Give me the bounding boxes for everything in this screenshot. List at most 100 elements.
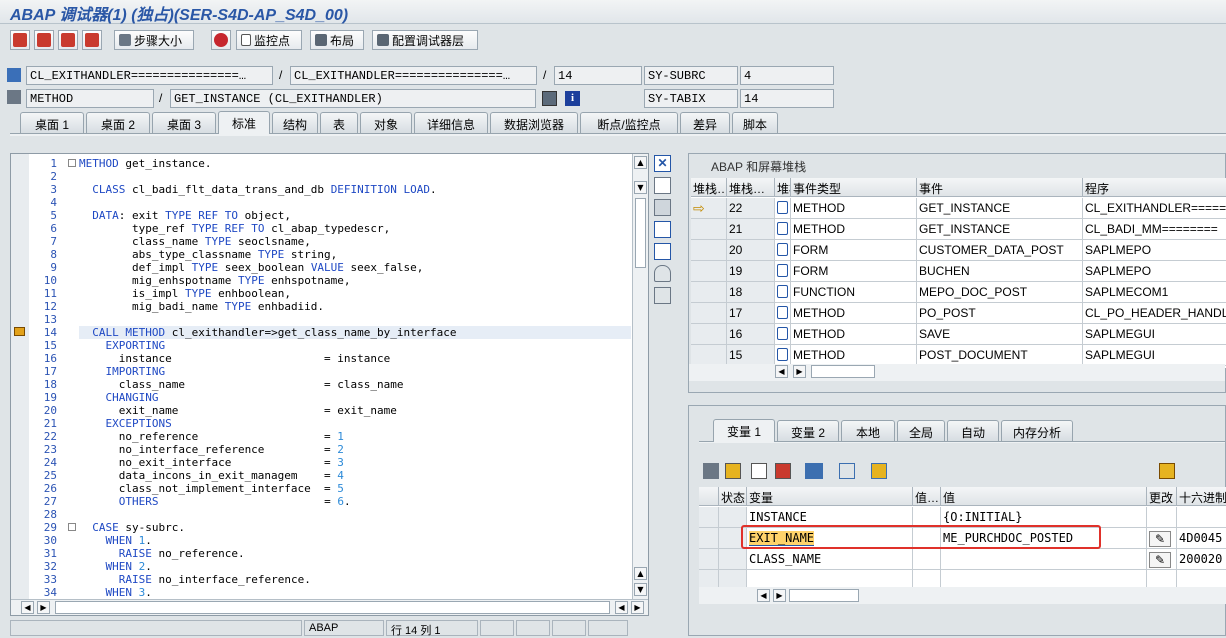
stack-program[interactable]: SAPLMECOM1 [1083,282,1226,303]
variable-hex[interactable]: 4D0045 [1177,528,1226,549]
stack-cell[interactable] [691,303,727,324]
stack-level[interactable]: 21 [727,219,775,240]
variable-column-header[interactable] [699,487,719,506]
maximize-icon[interactable] [654,221,671,238]
tab-breakpoints[interactable]: 断点/监控点 [580,112,678,133]
tab-variables-5[interactable]: 自动 [947,420,999,441]
stack-event[interactable]: CUSTOMER_DATA_POST [917,240,1083,261]
stack-event[interactable]: PO_POST [917,303,1083,324]
tab-standard[interactable]: 标准 [218,111,270,134]
stack-event[interactable]: MEPO_DOC_POST [917,282,1083,303]
variable-name[interactable]: CLASS_NAME [747,549,913,570]
variable-cell[interactable] [913,549,941,570]
edit-pencil-icon[interactable]: ✎ [1149,552,1171,568]
swap-icon[interactable] [654,243,671,260]
tab-structure[interactable]: 结构 [272,112,318,133]
services-icon[interactable] [654,287,671,304]
scroll-right-button[interactable]: ▶ [773,589,786,602]
save-icon[interactable] [1159,463,1175,479]
stack-event-type[interactable]: FORM [791,261,917,282]
stack-event-type[interactable]: METHOD [791,198,917,219]
stack-event[interactable]: POST_DOCUMENT [917,345,1083,366]
stack-event[interactable]: SAVE [917,324,1083,345]
new-tool-icon[interactable] [654,177,671,194]
stack-program[interactable]: SAPLMEGUI [1083,345,1226,366]
variable-cell[interactable]: ✎ [1147,528,1177,549]
scroll-right-button[interactable]: ▶ [37,601,50,614]
stack-cell[interactable] [691,324,727,345]
stack-event[interactable]: BUCHEN [917,261,1083,282]
variable-column-header[interactable]: 变量 [747,487,913,506]
variable-cell[interactable] [699,528,719,549]
editor-horizontal-scrollbar[interactable]: ◀ ▶ ◀ ▶ [11,599,648,615]
variable-column-header[interactable]: 值… [913,487,941,506]
variable-cell[interactable] [699,549,719,570]
stack-program[interactable]: SAPLMEPO [1083,261,1226,282]
variable-column-header[interactable]: 十六进制 [1177,487,1226,506]
step-into-button[interactable] [10,30,30,50]
stack-event[interactable]: GET_INSTANCE [917,198,1083,219]
stack-h-scrollbar[interactable]: ◀ ▶ [689,364,1225,381]
sy-subrc-value[interactable]: 4 [740,66,834,85]
scroll-down-button[interactable]: ▼ [634,181,647,194]
new-variable-icon[interactable] [725,463,741,479]
vars-h-scrollbar[interactable]: ◀ ▶ [699,587,1226,604]
scroll-left-button[interactable]: ◀ [757,589,770,602]
watchpoint-button[interactable]: 监控点 [236,30,302,50]
tab-table[interactable]: 表 [320,112,358,133]
fold-toggle-icon[interactable] [68,523,76,531]
replace-tool-icon[interactable] [654,199,671,216]
variable-cell[interactable] [1147,507,1177,528]
include-field[interactable]: CL_EXITHANDLER===============… [290,66,537,85]
stack-cell[interactable] [691,282,727,303]
tab-variables-6[interactable]: 内存分析 [1001,420,1073,441]
stack-cell[interactable] [691,219,727,240]
stack-level[interactable]: 17 [727,303,775,324]
h-scroll-thumb[interactable] [55,601,610,614]
stack-level[interactable]: 20 [727,240,775,261]
tab-script[interactable]: 脚本 [732,112,778,133]
stack-column-header[interactable]: 程序 [1083,178,1226,197]
stack-column-header[interactable]: 事件 [917,178,1083,197]
hierarchy-icon[interactable] [805,463,823,479]
variable-column-header[interactable]: 值 [941,487,1147,506]
stack-cell[interactable] [775,324,791,345]
variable-cell[interactable] [699,507,719,528]
main-program-field[interactable]: CL_EXITHANDLER===============… [26,66,273,85]
stack-program[interactable]: CL_EXITHANDLER====== [1083,198,1226,219]
stack-program[interactable]: CL_BADI_MM======== [1083,219,1226,240]
stack-level[interactable]: 18 [727,282,775,303]
layout-button[interactable]: 布局 [310,30,364,50]
stack-level[interactable]: 22 [727,198,775,219]
stack-level[interactable]: 19 [727,261,775,282]
scroll-thumb[interactable] [635,198,646,268]
stack-event-type[interactable]: METHOD [791,219,917,240]
stack-event-type[interactable]: METHOD [791,345,917,366]
scroll-up-button-bottom[interactable]: ▲ [634,567,647,580]
stack-event-type[interactable]: METHOD [791,324,917,345]
stack-cell[interactable] [775,198,791,219]
stack-event-type[interactable]: FUNCTION [791,282,917,303]
scroll-left-button-end[interactable]: ◀ [615,601,628,614]
navigate-icon[interactable] [542,91,557,106]
info-icon[interactable]: i [565,91,580,106]
step-size-button[interactable]: 步骤大小 [114,30,194,50]
close-icon[interactable]: ✕ [654,155,671,172]
event-type-field[interactable]: METHOD [26,89,154,108]
headset-icon[interactable] [654,265,671,282]
stop-button[interactable] [211,30,231,50]
scroll-right-button-end[interactable]: ▶ [631,601,644,614]
h-scroll-thumb[interactable] [789,589,859,602]
import-icon[interactable] [751,463,767,479]
variable-cell[interactable] [719,549,747,570]
tab-data-browser[interactable]: 数据浏览器 [490,112,578,133]
stack-event[interactable]: GET_INSTANCE [917,219,1083,240]
stack-level[interactable]: 15 [727,345,775,366]
variable-column-header[interactable]: 更改 [1147,487,1177,506]
stack-cell[interactable] [775,261,791,282]
delete-icon[interactable] [703,463,719,479]
stack-program[interactable]: SAPLMEPO [1083,240,1226,261]
move-icon[interactable] [839,463,855,479]
fold-toggle-icon[interactable] [68,159,76,167]
stack-program[interactable]: CL_PO_HEADER_HANDLE_ [1083,303,1226,324]
